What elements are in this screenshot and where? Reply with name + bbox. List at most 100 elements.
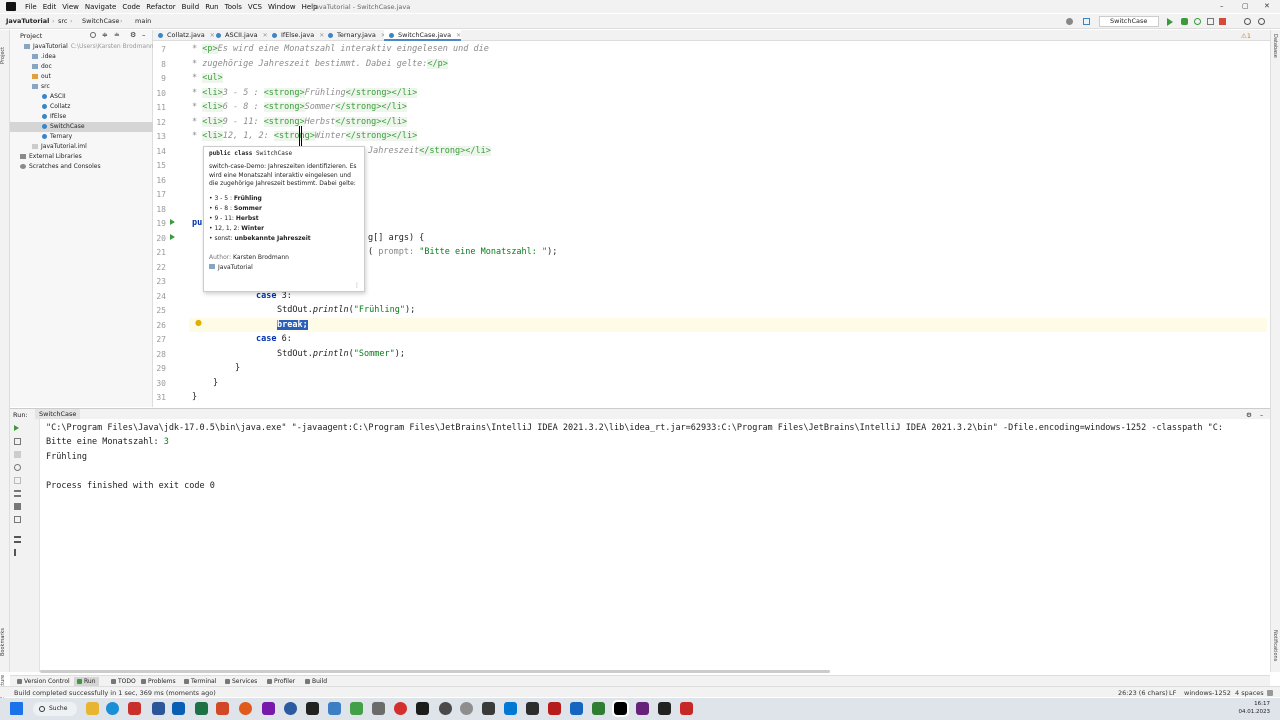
taskbar-clock[interactable]: 16:17 04.01.2023 bbox=[1239, 700, 1271, 716]
more-options-icon[interactable]: ⋮ bbox=[354, 282, 360, 289]
tool-version-control[interactable]: Version Control bbox=[14, 677, 73, 686]
notifications-tool-button[interactable]: Notifications bbox=[1272, 630, 1278, 670]
tool-build[interactable]: Build bbox=[302, 677, 330, 686]
tree-item-iml[interactable]: JavaTutorial.iml bbox=[10, 142, 153, 152]
tab-ternary[interactable]: Ternary.java✕ bbox=[323, 30, 386, 41]
build-hammer-icon[interactable] bbox=[1083, 18, 1090, 25]
stop-icon[interactable] bbox=[14, 451, 21, 458]
lightbulb-icon[interactable]: ● bbox=[195, 318, 202, 327]
run-icon[interactable] bbox=[1167, 18, 1173, 26]
doc-module[interactable]: JavaTutorial bbox=[209, 263, 359, 273]
menu-tools[interactable]: Tools bbox=[222, 3, 245, 11]
lock-icon[interactable] bbox=[1267, 690, 1273, 696]
menu-vcs[interactable]: VCS bbox=[245, 3, 265, 11]
indent-setting[interactable]: 4 spaces bbox=[1235, 689, 1264, 697]
app-icon[interactable] bbox=[416, 702, 429, 715]
app-icon[interactable] bbox=[460, 702, 473, 715]
vscode-icon[interactable] bbox=[504, 702, 517, 715]
tree-item-root[interactable]: JavaTutorial C:\Users\Karsten Brodmann bbox=[10, 42, 154, 52]
run-gutter-icon[interactable] bbox=[170, 219, 175, 225]
minimize-icon[interactable]: – bbox=[1220, 2, 1224, 10]
stop-icon[interactable] bbox=[1219, 18, 1226, 25]
delete-icon[interactable] bbox=[14, 516, 21, 523]
bookmarks-tool-button[interactable]: Bookmarks bbox=[0, 626, 10, 656]
filezilla-icon[interactable] bbox=[128, 702, 141, 715]
debug-icon[interactable] bbox=[1181, 18, 1188, 25]
word-icon[interactable] bbox=[152, 702, 165, 715]
status-message[interactable]: Build completed successfully in 1 sec, 3… bbox=[14, 689, 216, 697]
wrench-icon[interactable] bbox=[14, 438, 21, 445]
app-icon[interactable] bbox=[526, 702, 539, 715]
menu-run[interactable]: Run bbox=[202, 3, 221, 11]
file-encoding[interactable]: windows-1252 bbox=[1184, 689, 1231, 697]
tool-run[interactable]: Run bbox=[74, 677, 99, 686]
search-icon[interactable] bbox=[1244, 18, 1251, 25]
gear-icon[interactable]: ⚙ bbox=[130, 31, 136, 39]
powerpoint-icon[interactable] bbox=[216, 702, 229, 715]
windows-start-icon[interactable] bbox=[10, 702, 23, 715]
firefox-icon[interactable] bbox=[239, 702, 252, 715]
onenote-icon[interactable] bbox=[262, 702, 275, 715]
warning-count-icon[interactable]: ⚠1 bbox=[1241, 32, 1251, 40]
app-icon[interactable] bbox=[680, 702, 693, 715]
breadcrumb-class[interactable]: SwitchCase bbox=[82, 17, 119, 25]
menu-view[interactable]: View bbox=[59, 3, 82, 11]
app-icon[interactable] bbox=[592, 702, 605, 715]
close-tab-icon[interactable]: ✕ bbox=[456, 32, 461, 39]
rerun-icon[interactable] bbox=[14, 425, 19, 431]
menu-file[interactable]: File bbox=[22, 3, 40, 11]
tree-item-src[interactable]: src bbox=[10, 82, 153, 92]
app-icon[interactable] bbox=[394, 702, 407, 715]
expand-icon[interactable]: ≐ bbox=[114, 31, 120, 39]
terminal-taskbar-icon[interactable] bbox=[658, 702, 671, 715]
outlook-icon[interactable] bbox=[172, 702, 185, 715]
tree-item-ifelse[interactable]: IfElse bbox=[10, 112, 153, 122]
tool-terminal[interactable]: Terminal bbox=[181, 677, 219, 686]
console-horizontal-scrollbar[interactable] bbox=[40, 670, 830, 673]
app-icon[interactable] bbox=[548, 702, 561, 715]
run-config-select[interactable]: SwitchCase bbox=[1099, 16, 1159, 27]
coverage-icon[interactable] bbox=[1194, 18, 1201, 25]
tree-item-external-libraries[interactable]: External Libraries bbox=[10, 152, 153, 162]
menu-edit[interactable]: Edit bbox=[40, 3, 60, 11]
camera-icon[interactable] bbox=[14, 464, 21, 471]
app-icon[interactable] bbox=[372, 702, 385, 715]
profiler-icon[interactable] bbox=[1207, 18, 1214, 25]
tree-item-idea[interactable]: .idea bbox=[10, 52, 153, 62]
tool-services[interactable]: Services bbox=[222, 677, 260, 686]
tree-item-ascii[interactable]: ASCII bbox=[10, 92, 153, 102]
taskbar-search[interactable]: Suche bbox=[33, 702, 77, 716]
collapse-icon[interactable]: ≑ bbox=[102, 31, 108, 39]
menu-window[interactable]: Window bbox=[265, 3, 299, 11]
tree-item-doc[interactable]: doc bbox=[10, 62, 153, 72]
breadcrumb-method[interactable]: main bbox=[135, 17, 151, 25]
app-icon[interactable] bbox=[570, 702, 583, 715]
settings-gear-icon[interactable] bbox=[1258, 18, 1265, 25]
database-tool-button[interactable]: Database bbox=[1272, 34, 1278, 64]
intellij-taskbar-icon[interactable] bbox=[612, 700, 629, 717]
run-hide-icon[interactable]: – bbox=[1260, 411, 1263, 419]
menu-build[interactable]: Build bbox=[179, 3, 203, 11]
tree-item-scratches[interactable]: Scratches and Consoles bbox=[10, 162, 153, 172]
tree-item-ternary[interactable]: Ternary bbox=[10, 132, 153, 142]
tab-collatz[interactable]: Collatz.java ✕ bbox=[153, 30, 215, 41]
maximize-icon[interactable]: ▢ bbox=[1242, 2, 1249, 10]
project-tool-button[interactable]: Project bbox=[0, 34, 10, 64]
tool-todo[interactable]: TODO bbox=[108, 677, 139, 686]
file-explorer-icon[interactable] bbox=[86, 702, 99, 715]
tree-item-out[interactable]: out bbox=[10, 72, 153, 82]
app-icon[interactable] bbox=[482, 702, 495, 715]
breadcrumb-src[interactable]: src bbox=[58, 17, 68, 25]
tab-ascii[interactable]: ASCII.java ✕ bbox=[211, 30, 268, 41]
print-icon[interactable] bbox=[14, 503, 21, 510]
project-panel-title[interactable]: Project bbox=[20, 32, 42, 40]
app-icon[interactable] bbox=[328, 702, 341, 715]
tree-item-collatz[interactable]: Collatz bbox=[10, 102, 153, 112]
edge-icon[interactable] bbox=[106, 702, 119, 715]
app-icon[interactable] bbox=[439, 702, 452, 715]
tree-item-switchcase[interactable]: SwitchCase bbox=[10, 122, 153, 132]
app-icon[interactable] bbox=[284, 702, 297, 715]
breadcrumb-project[interactable]: JavaTutorial bbox=[6, 17, 49, 25]
run-gutter-icon[interactable] bbox=[170, 234, 175, 240]
user-icon[interactable] bbox=[1066, 18, 1073, 25]
